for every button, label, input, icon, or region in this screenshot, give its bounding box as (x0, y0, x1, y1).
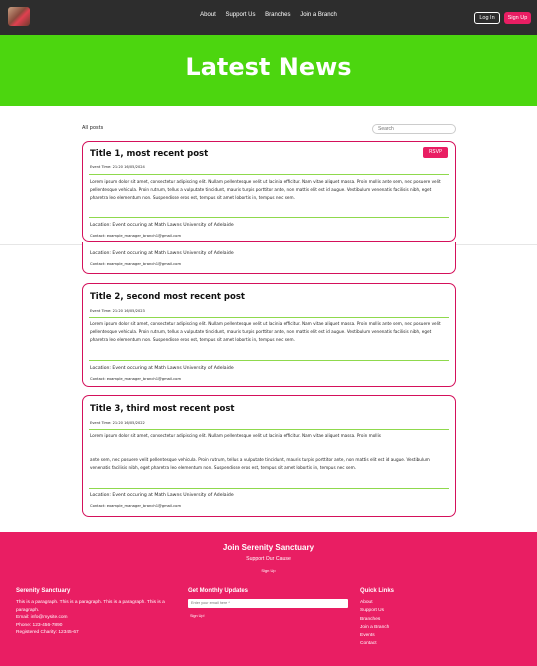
footer-phone: Phone: 123-456-7890 (16, 622, 63, 628)
footer-link-branches[interactable]: Branches (360, 616, 480, 624)
footer-link-join[interactable]: Join a Branch (360, 624, 480, 632)
post-location: Location: Event occuring at Math Lawns U… (90, 251, 234, 256)
post-title[interactable]: Title 2, second most recent post (90, 292, 245, 302)
divider (89, 429, 449, 430)
nav-links: About Support Us Branches Join a Branch (0, 12, 537, 18)
post-time: Event Time: 21:20 16/05/2023 (90, 309, 145, 313)
nav-link-support[interactable]: Support Us (225, 12, 255, 18)
post-card-3-continued: ante sem, nec posuere velit pellentesque… (82, 454, 456, 517)
divider (89, 217, 449, 218)
footer-link-support[interactable]: Support Us (360, 607, 480, 615)
rsvp-button[interactable]: RSVP (423, 147, 448, 158)
all-posts-label[interactable]: All posts (82, 125, 103, 131)
post-title[interactable]: Title 3, third most recent post (90, 404, 234, 414)
post-location: Location: Event occuring at Math Lawns U… (90, 223, 234, 228)
post-contact: Contact: example_manager_branch1@gmail.c… (90, 262, 182, 266)
post-title[interactable]: Title 1, most recent post (90, 149, 208, 159)
footer-link-about[interactable]: About (360, 599, 480, 607)
footer-updates-title: Get Monthly Updates (188, 588, 249, 594)
footer-quick-links: Quick Links About Support Us Branches Jo… (360, 588, 480, 649)
newsletter-email-input[interactable] (188, 599, 348, 608)
footer-link-contact[interactable]: Contact (360, 640, 480, 648)
footer: Join Serenity Sanctuary Support Our Caus… (0, 532, 537, 666)
divider (89, 174, 449, 175)
post-time: Event Time: 21:20 16/05/2022 (90, 421, 145, 425)
post-body: ante sem, nec posuere velit pellentesque… (90, 457, 430, 470)
footer-about-column: Serenity Sanctuary This is a paragraph. … (16, 588, 181, 637)
divider (89, 488, 449, 489)
footer-email: Email: info@mysite.com (16, 615, 68, 620)
nav-link-branches[interactable]: Branches (265, 12, 290, 18)
login-button[interactable]: Log In (474, 12, 500, 24)
post-body: Lorem ipsum dolor sit amet, consectetur … (90, 433, 381, 438)
post-card-2: Title 2, second most recent post Event T… (82, 283, 456, 387)
hero-banner: Latest News (0, 35, 537, 106)
nav-link-join[interactable]: Join a Branch (300, 12, 337, 18)
footer-signup-link[interactable]: Sign Up (0, 568, 537, 573)
search-input[interactable] (372, 124, 456, 134)
post-location: Location: Event occuring at Math Lawns U… (90, 366, 234, 371)
post-body: Lorem ipsum dolor sit amet, consectetur … (90, 321, 441, 342)
footer-charity: Registered Charity: 12345-67 (16, 630, 79, 635)
footer-about-text: This is a paragraph. This is a paragraph… (16, 600, 165, 613)
divider (89, 360, 449, 361)
footer-quick-title: Quick Links (360, 588, 395, 594)
nav-link-about[interactable]: About (200, 12, 216, 18)
footer-support-link[interactable]: Support Our Cause (0, 556, 537, 562)
footer-about-title: Serenity Sanctuary (16, 588, 71, 594)
post-card-1: Title 1, most recent post RSVP Event Tim… (82, 141, 456, 242)
post-card-1-tail: Location: Event occuring at Math Lawns U… (82, 242, 456, 274)
post-contact: Contact: example_manager_branch1@gmail.c… (90, 504, 182, 508)
newsletter-signup-button[interactable]: Sign Up! (190, 614, 353, 618)
footer-updates-column: Get Monthly Updates Sign Up! (188, 588, 353, 618)
post-location: Location: Event occuring at Math Lawns U… (90, 493, 234, 498)
post-time: Event Time: 21:20 16/05/2024 (90, 165, 145, 169)
post-body: Lorem ipsum dolor sit amet, consectetur … (90, 179, 441, 200)
footer-join-title: Join Serenity Sanctuary (222, 543, 315, 552)
post-contact: Contact: example_manager_branch1@gmail.c… (90, 234, 182, 238)
post-contact: Contact: example_manager_branch1@gmail.c… (90, 377, 182, 381)
post-card-3: Title 3, third most recent post Event Ti… (82, 395, 456, 455)
divider (89, 317, 449, 318)
page-title: Latest News (185, 53, 352, 81)
signup-button[interactable]: Sign Up (504, 12, 531, 24)
navbar: About Support Us Branches Join a Branch … (0, 0, 537, 35)
footer-link-events[interactable]: Events (360, 632, 480, 640)
